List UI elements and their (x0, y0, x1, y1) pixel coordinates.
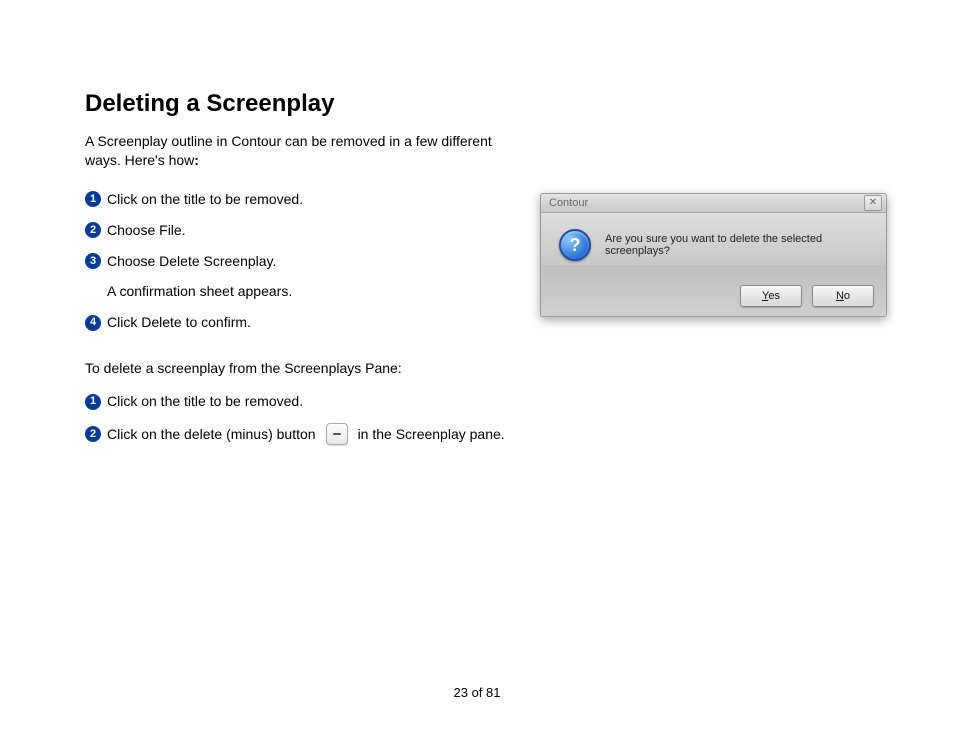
bullet-4-icon: 4 (85, 315, 101, 331)
bullet-1-icon: 1 (85, 394, 101, 410)
step-a1-text: Click on the title to be removed. (107, 190, 303, 209)
confirmation-dialog: Contour ✕ ? Are you sure you want to del… (540, 193, 887, 317)
no-button-label: No (836, 290, 850, 302)
step-b2-text-post: in the Screenplay pane. (358, 425, 505, 444)
yes-button[interactable]: Yes (740, 285, 802, 307)
dialog-titlebar: Contour ✕ (541, 194, 886, 213)
question-icon: ? (559, 229, 591, 261)
intro-text-2: ways. Here's how (85, 152, 194, 168)
step-a3-text: Choose Delete Screenplay. (107, 252, 276, 271)
dialog-title: Contour (549, 197, 588, 209)
paragraph-2: To delete a screenplay from the Screenpl… (85, 360, 869, 376)
yes-button-label: Yes (762, 290, 780, 302)
close-icon[interactable]: ✕ (864, 195, 882, 211)
bullet-3-icon: 3 (85, 253, 101, 269)
dialog-button-row: Yes No (740, 285, 874, 307)
no-button[interactable]: No (812, 285, 874, 307)
intro-colon: : (194, 152, 199, 168)
minus-button-icon (326, 423, 348, 445)
intro-text-1: A Screenplay outline in Contour can be r… (85, 133, 492, 149)
page-title: Deleting a Screenplay (85, 90, 869, 118)
bullet-2-icon: 2 (85, 222, 101, 238)
step-b1: 1 Click on the title to be removed. (85, 392, 869, 411)
dialog-message: Are you sure you want to delete the sele… (605, 233, 874, 257)
minus-icon (333, 433, 341, 435)
bullet-1-icon: 1 (85, 191, 101, 207)
intro-paragraph: A Screenplay outline in Contour can be r… (85, 132, 505, 170)
page-number: 23 of 81 (0, 685, 954, 700)
step-a2-text: Choose File. (107, 221, 186, 240)
step-b2-text-pre: Click on the delete (minus) button (107, 425, 316, 444)
bullet-2-icon: 2 (85, 426, 101, 442)
step-a4-text: Click Delete to confirm. (107, 313, 251, 332)
steps-list-b: 1 Click on the title to be removed. 2 Cl… (85, 392, 869, 445)
dialog-message-row: ? Are you sure you want to delete the se… (559, 229, 874, 261)
step-b1-text: Click on the title to be removed. (107, 392, 303, 411)
document-page: Deleting a Screenplay A Screenplay outli… (0, 0, 954, 738)
dialog-body: ? Are you sure you want to delete the se… (541, 213, 886, 317)
step-b2: 2 Click on the delete (minus) button in … (85, 423, 869, 445)
